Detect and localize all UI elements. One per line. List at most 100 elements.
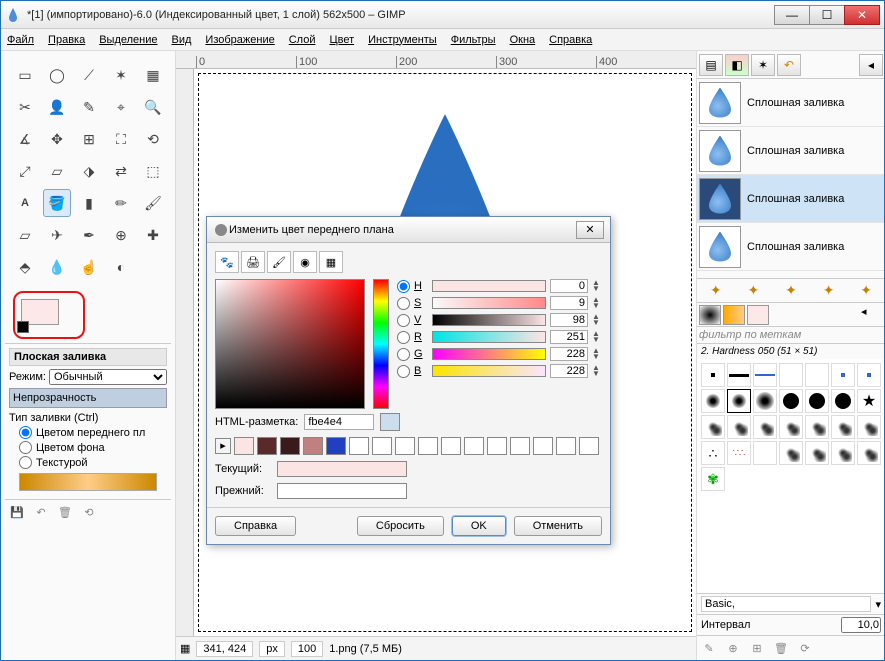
tool-shear[interactable]: ▱ [43,157,71,185]
brush-item[interactable] [701,389,725,413]
spinner-icon[interactable]: ▲▼ [592,314,602,326]
spinner-icon[interactable]: ▲▼ [592,297,602,309]
color-swatch[interactable] [326,437,346,455]
tool-rotate[interactable]: ⟲ [139,125,167,153]
color-swatch[interactable] [372,437,392,455]
channel-radio-V[interactable] [397,314,410,327]
brush-item[interactable] [753,389,777,413]
tool-scale[interactable]: ⤢ [11,157,39,185]
edit-brush-icon[interactable]: ✎ [701,640,717,656]
nav-icon[interactable]: ▦ [180,642,190,655]
color-swatch[interactable] [533,437,553,455]
opacity-slider[interactable]: Непрозрачность [9,388,167,408]
tool-color-picker[interactable]: ⌖ [107,93,135,121]
tool-bucket-fill[interactable]: 🪣 [43,189,71,217]
tool-align[interactable]: ⊞ [75,125,103,153]
tool-crop[interactable]: ⛶ [107,125,135,153]
fg-bg-color-widget[interactable] [13,291,85,339]
color-tab-wheel-icon[interactable]: ◉ [293,251,317,273]
tool-rect-select[interactable]: ▭ [11,61,39,89]
brush-item[interactable] [753,415,777,439]
tool-by-color[interactable]: ▦ [139,61,167,89]
color-swatch[interactable] [234,437,254,455]
brush-item[interactable] [805,363,829,387]
new-brush-icon[interactable]: ⊕ [725,640,741,656]
delete-options-icon[interactable]: 🗑 [57,504,73,520]
brush-preset-label[interactable]: Basic, [701,596,871,612]
brush-item[interactable] [805,441,829,465]
menu-color[interactable]: Цвет [329,34,354,46]
brush-item[interactable] [779,415,803,439]
brush-item[interactable]: ★ [857,389,881,413]
brush-item[interactable] [857,415,881,439]
tool-paths[interactable]: ✎ [75,93,103,121]
layer-item[interactable]: Сплошная заливка [697,175,884,223]
tool-perspective[interactable]: ⬗ [75,157,103,185]
menu-layer[interactable]: Слой [289,34,316,46]
brush-item[interactable] [727,415,751,439]
gradients-tab-icon[interactable] [747,305,769,325]
tool-ink[interactable]: ✒ [75,221,103,249]
color-swatch[interactable] [349,437,369,455]
brush-item[interactable] [831,415,855,439]
lower-layer-icon[interactable]: ✦ [785,282,797,299]
tool-clone[interactable]: ⊕ [107,221,135,249]
layer-item[interactable]: Сплошная заливка [697,223,884,271]
tool-persp-clone[interactable]: ⬘ [11,253,39,281]
ok-button[interactable]: OK [452,516,506,536]
html-input[interactable] [304,414,374,430]
tool-heal[interactable]: ✚ [139,221,167,249]
dock-menu-icon[interactable]: ◂ [861,305,883,325]
color-tab-watercolor-icon[interactable]: 🖌 [267,251,291,273]
brush-item[interactable] [701,363,725,387]
reset-options-icon[interactable]: ⟲ [81,504,97,520]
dup-brush-icon[interactable]: ⊞ [749,640,765,656]
brush-item[interactable] [805,415,829,439]
tool-smudge[interactable]: ☝ [75,253,103,281]
menu-tools[interactable]: Инструменты [368,34,437,46]
tool-flip[interactable]: ⇄ [107,157,135,185]
channel-slider-G[interactable] [432,348,546,360]
channel-radio-R[interactable] [397,331,410,344]
brush-item[interactable] [753,441,777,465]
dialog-close-button[interactable]: ✕ [576,221,604,239]
spinner-icon[interactable]: ▲▼ [592,280,602,292]
sv-picker[interactable] [215,279,365,409]
restore-options-icon[interactable]: ↶ [33,504,49,520]
tool-eraser[interactable]: ▱ [11,221,39,249]
channels-tab-icon[interactable]: ◧ [725,54,749,76]
color-swatch[interactable] [556,437,576,455]
swatch-prev-icon[interactable]: ▸ [215,438,231,454]
cancel-button[interactable]: Отменить [514,516,602,536]
raise-layer-icon[interactable]: ✦ [748,282,760,299]
fill-bg-radio[interactable] [19,441,32,454]
brush-item[interactable]: ∴ [701,441,725,465]
save-options-icon[interactable]: 💾 [9,504,25,520]
channel-slider-H[interactable] [432,280,546,292]
brush-item[interactable]: ✾ [701,467,725,491]
layer-item[interactable]: Сплошная заливка [697,79,884,127]
color-swatch[interactable] [303,437,323,455]
brushes-tab-icon[interactable] [699,305,721,325]
tool-zoom[interactable]: 🔍 [139,93,167,121]
color-swatch[interactable] [418,437,438,455]
tool-fg-select[interactable]: 👤 [43,93,71,121]
channel-radio-S[interactable] [397,297,410,310]
status-unit[interactable]: px [259,641,285,657]
channel-slider-R[interactable] [432,331,546,343]
refresh-brush-icon[interactable]: ⟳ [797,640,813,656]
new-layer-icon[interactable]: ✦ [710,282,722,299]
spinner-icon[interactable]: ▲▼ [592,365,602,377]
background-color-swatch[interactable] [17,321,29,333]
channel-value-H[interactable]: 0 [550,279,588,293]
channel-value-B[interactable]: 228 [550,364,588,378]
fill-pattern-radio[interactable] [19,456,32,469]
color-swatch[interactable] [487,437,507,455]
tool-move[interactable]: ✥ [43,125,71,153]
color-swatch[interactable] [257,437,277,455]
patterns-tab-icon[interactable] [723,305,745,325]
brush-item[interactable] [831,363,855,387]
brush-item[interactable] [831,389,855,413]
menu-view[interactable]: Вид [172,34,192,46]
interval-input[interactable] [841,617,881,633]
